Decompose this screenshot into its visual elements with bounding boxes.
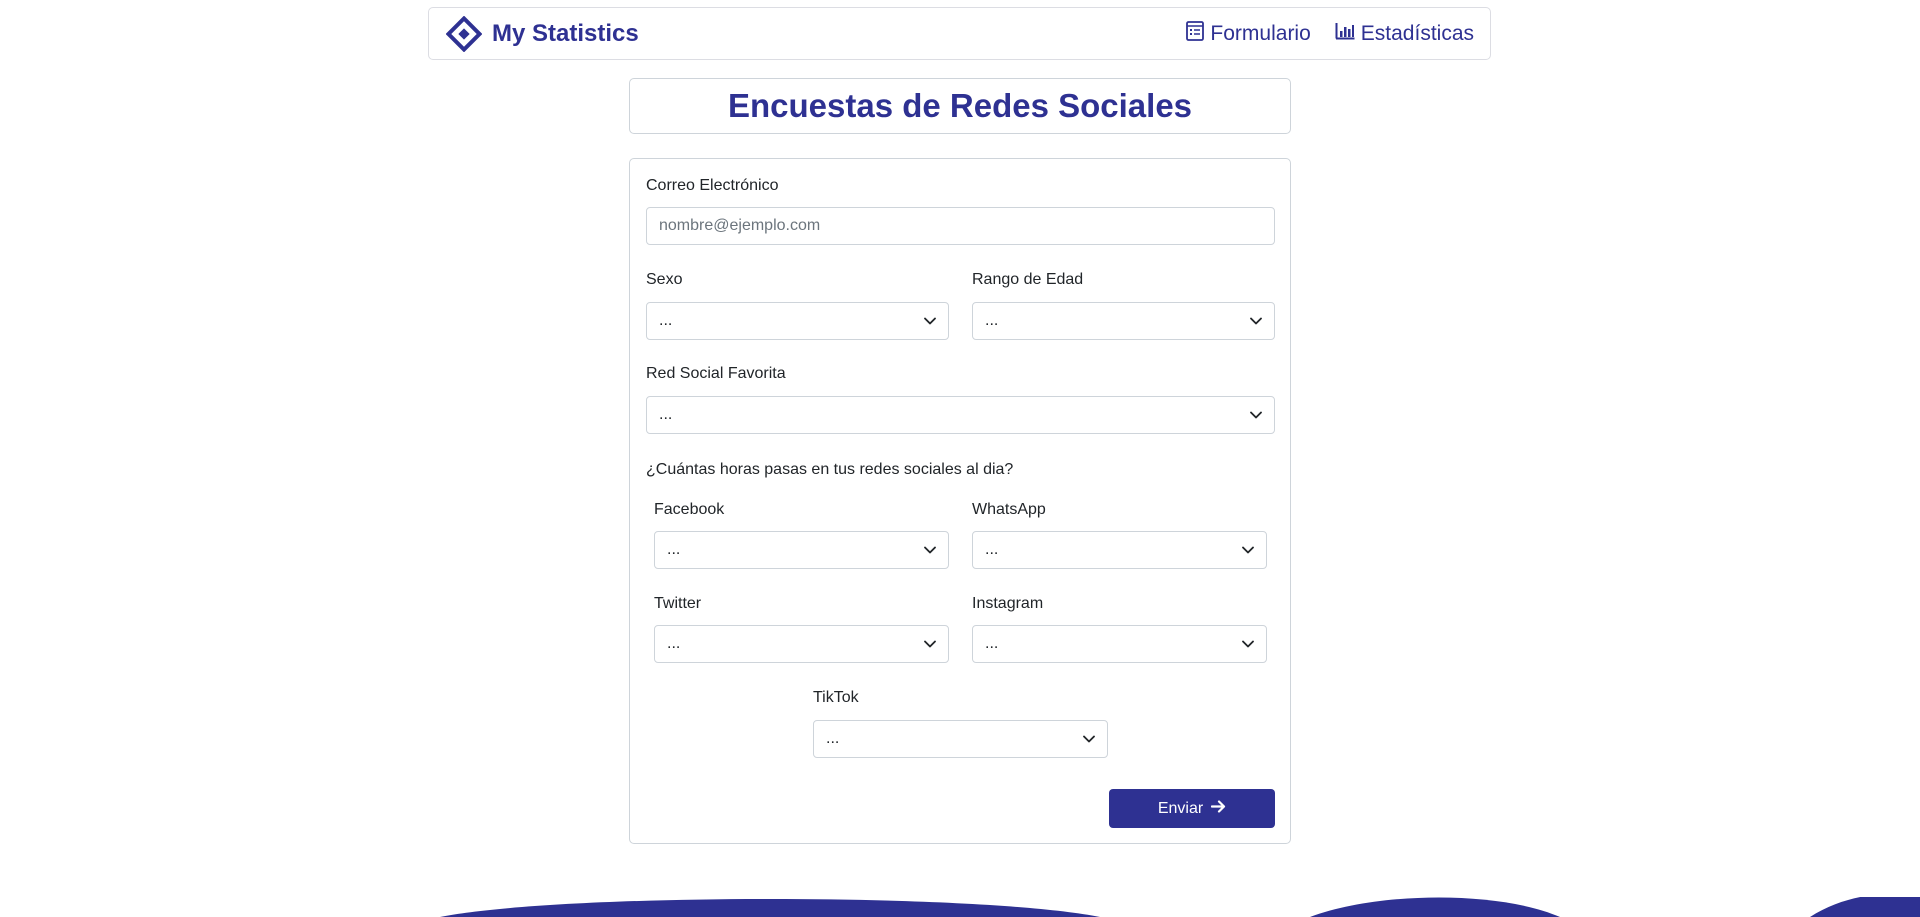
brand-name: My Statistics: [492, 20, 639, 47]
tiktok-label: TikTok: [813, 689, 859, 706]
facebook-hours-select[interactable]: ...: [654, 531, 949, 569]
nav-link-estadisticas[interactable]: Estadísticas: [1335, 21, 1474, 47]
arrow-right-icon: [1211, 799, 1226, 818]
nav-link-label: Estadísticas: [1360, 22, 1474, 45]
facebook-label: Facebook: [654, 501, 725, 518]
page-title: Encuestas de Redes Sociales: [727, 87, 1193, 124]
favorite-network-label: Red Social Favorita: [646, 365, 786, 382]
chevron-down-icon: [1083, 735, 1095, 743]
email-input[interactable]: [646, 207, 1275, 245]
brand-link[interactable]: My Statistics: [446, 16, 639, 52]
submit-button[interactable]: Enviar: [1109, 789, 1275, 828]
select-value: ...: [667, 541, 681, 558]
age-label: Rango de Edad: [972, 271, 1084, 288]
favorite-network-select[interactable]: ...: [646, 396, 1275, 434]
decorative-wave: [440, 897, 1920, 917]
chevron-down-icon: [924, 317, 936, 325]
select-value: ...: [826, 730, 840, 747]
whatsapp-label: WhatsApp: [972, 501, 1046, 518]
hours-question: ¿Cuántas horas pasas en tus redes social…: [646, 461, 1014, 478]
select-value: ...: [659, 312, 673, 329]
email-label: Correo Electrónico: [646, 177, 779, 194]
select-value: ...: [985, 312, 999, 329]
instagram-label: Instagram: [972, 595, 1044, 612]
title-card: Encuestas de Redes Sociales: [629, 78, 1291, 134]
chevron-down-icon: [1250, 411, 1262, 419]
select-value: ...: [985, 541, 999, 558]
chevron-down-icon: [1242, 546, 1254, 554]
instagram-hours-select[interactable]: ...: [972, 625, 1267, 663]
select-value: ...: [985, 635, 999, 652]
chevron-down-icon: [924, 640, 936, 648]
sex-label: Sexo: [646, 271, 683, 288]
chevron-down-icon: [924, 546, 936, 554]
form-icon: [1186, 21, 1205, 47]
age-select[interactable]: ...: [972, 302, 1275, 340]
bar-chart-icon: [1335, 22, 1355, 46]
nav-link-formulario[interactable]: Formulario: [1186, 21, 1311, 47]
select-value: ...: [667, 635, 681, 652]
nav-link-label: Formulario: [1210, 22, 1311, 45]
submit-label: Enviar: [1157, 799, 1204, 817]
whatsapp-hours-select[interactable]: ...: [972, 531, 1267, 569]
sex-select[interactable]: ...: [646, 302, 949, 340]
diamond-logo-icon: [446, 16, 482, 52]
tiktok-hours-select[interactable]: ...: [813, 720, 1108, 758]
twitter-label: Twitter: [654, 595, 702, 612]
twitter-hours-select[interactable]: ...: [654, 625, 949, 663]
select-value: ...: [659, 406, 673, 423]
nav-links: Formulario Estadísticas: [1186, 21, 1474, 47]
chevron-down-icon: [1242, 640, 1254, 648]
chevron-down-icon: [1250, 317, 1262, 325]
survey-form: Correo Electrónico Sexo ... Rango de Eda…: [629, 158, 1291, 844]
navbar: My Statistics Formulario Estadísticas: [428, 7, 1491, 60]
